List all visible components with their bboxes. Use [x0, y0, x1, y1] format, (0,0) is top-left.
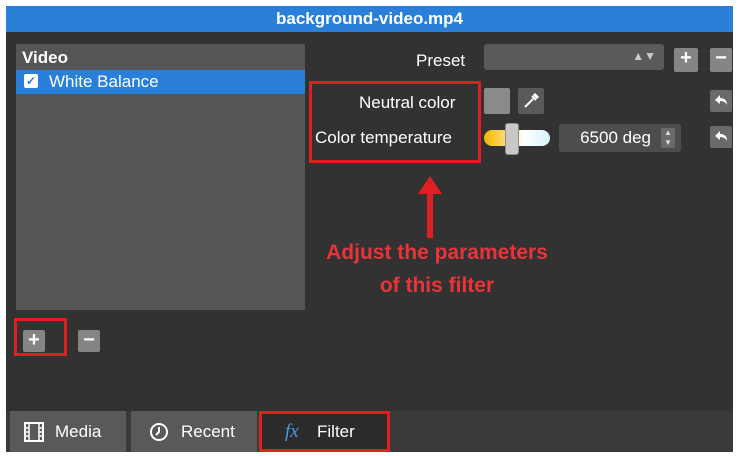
clock-icon	[150, 423, 168, 441]
filter-list: Video ✓ White Balance	[16, 44, 305, 310]
undo-icon	[715, 95, 727, 105]
tab-recent[interactable]: Recent	[131, 411, 257, 452]
filter-tab-highlight	[259, 411, 390, 452]
tab-media[interactable]: Media	[10, 411, 126, 452]
color-temperature-reset-button[interactable]	[710, 126, 732, 148]
add-button-highlight	[14, 318, 67, 356]
preset-label: Preset	[416, 51, 466, 70]
filter-item-label: White Balance	[49, 72, 159, 91]
filter-item-white-balance[interactable]: ✓ White Balance	[16, 70, 305, 94]
remove-filter-button[interactable]: −	[78, 330, 100, 352]
preset-select[interactable]: ▲▼	[484, 44, 664, 70]
dock-tabs: Media Recent fx Filter	[6, 411, 733, 452]
filters-window: background-video.mp4 Video ✓ White Balan…	[6, 6, 733, 452]
preset-add-button[interactable]: +	[674, 48, 698, 72]
tab-media-label: Media	[55, 422, 102, 441]
film-icon	[24, 422, 44, 442]
preset-remove-button[interactable]: −	[710, 48, 732, 72]
checkbox-icon[interactable]: ✓	[24, 74, 38, 88]
eyedropper-icon[interactable]	[518, 88, 544, 114]
color-temperature-value: 6500 deg	[580, 128, 651, 147]
annotation-text: Adjust the parameters of this filter	[306, 236, 568, 302]
video-heading: Video	[22, 48, 68, 67]
undo-icon	[715, 131, 727, 141]
window-title: background-video.mp4	[6, 6, 733, 32]
annotation-line-2: of this filter	[379, 274, 495, 297]
color-temperature-spinbox[interactable]: 6500 deg ▲ ▼	[559, 124, 681, 152]
neutral-color-reset-button[interactable]	[710, 90, 732, 112]
chevron-down-icon: ▲▼	[632, 49, 656, 63]
parameters-highlight	[309, 81, 481, 163]
annotation-line-1: Adjust the parameters	[326, 241, 548, 264]
tab-recent-label: Recent	[181, 422, 235, 441]
slider-handle[interactable]	[505, 123, 519, 155]
neutral-color-swatch[interactable]	[484, 88, 510, 114]
arrow-up-icon	[418, 176, 442, 238]
stepper-icon[interactable]: ▲ ▼	[661, 128, 675, 148]
